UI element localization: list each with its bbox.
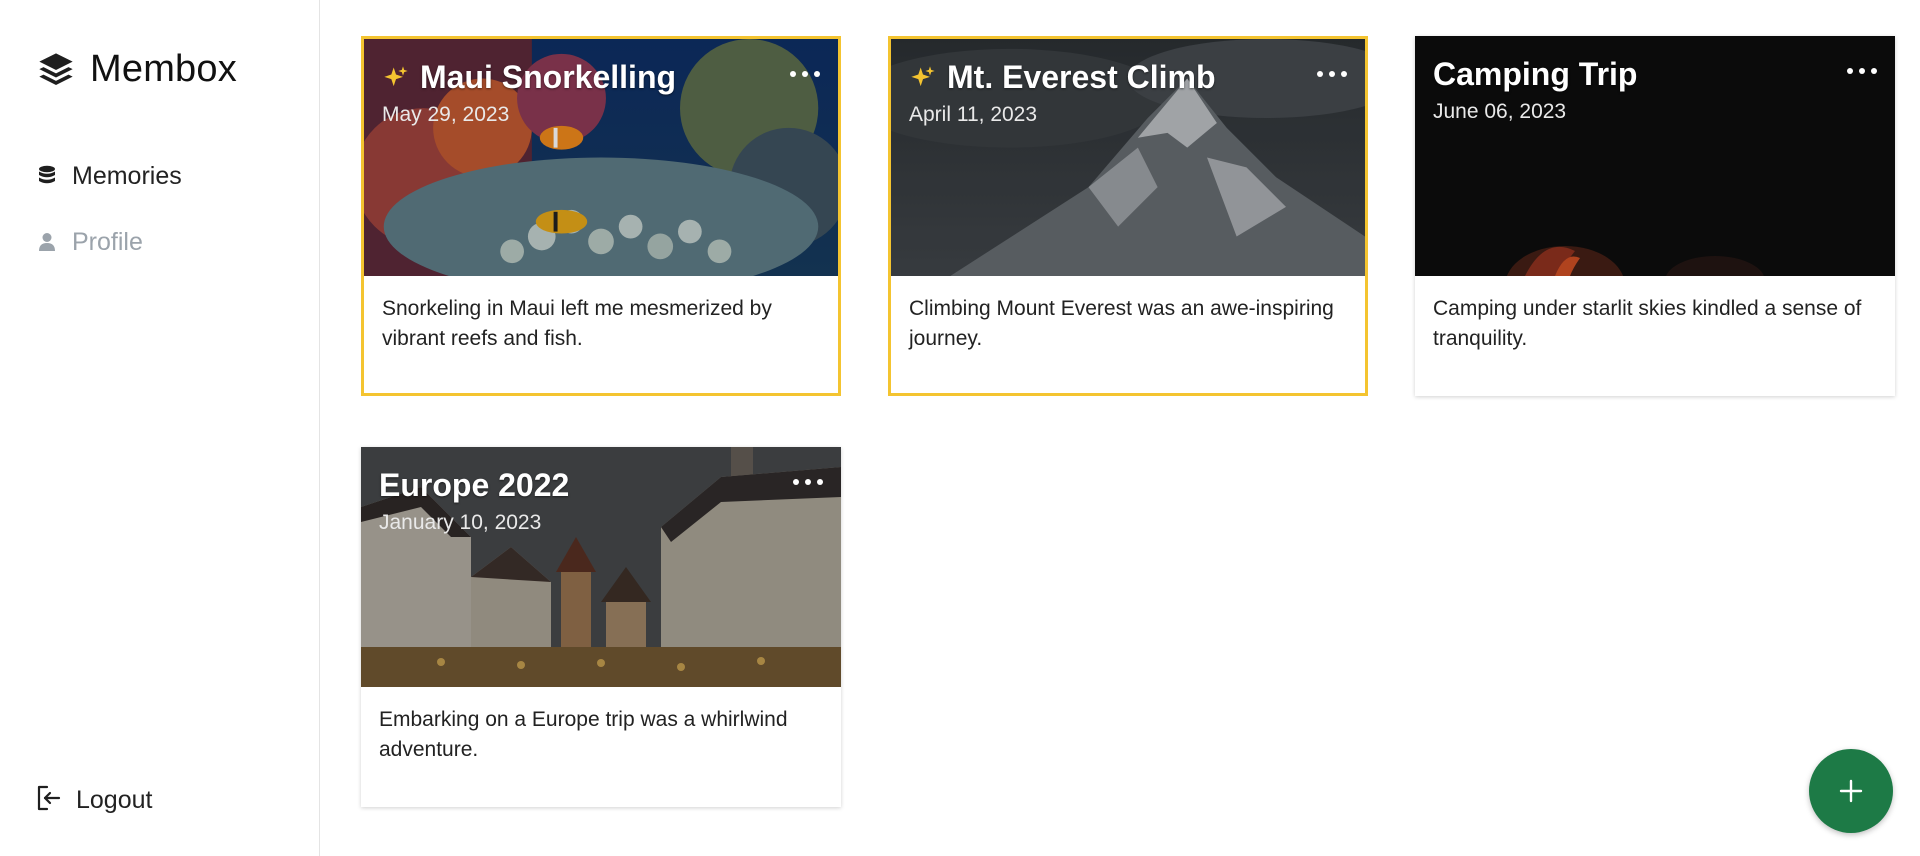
memory-date: June 06, 2023 <box>1433 100 1567 123</box>
brand[interactable]: Membox <box>36 48 237 91</box>
user-icon <box>36 231 58 253</box>
sidebar-item-profile[interactable]: Profile <box>36 226 182 258</box>
sidebar: Membox Memories Profile Logout <box>0 0 320 856</box>
logout-button[interactable]: Logout <box>36 784 152 817</box>
memory-date: January 10, 2023 <box>379 511 542 534</box>
more-options-icon[interactable] <box>793 475 823 489</box>
memory-date: May 29, 2023 <box>382 103 510 126</box>
add-memory-button[interactable] <box>1809 749 1893 833</box>
database-icon <box>36 165 58 187</box>
layers-icon <box>39 52 73 85</box>
sparkles-icon <box>384 65 408 86</box>
memories-grid: Maui Snorkelling May 29, 2023 Snorkeling… <box>361 36 1895 856</box>
memory-date: April 11, 2023 <box>909 103 1038 126</box>
sidebar-nav: Memories Profile <box>36 160 182 292</box>
sidebar-item-label: Profile <box>72 227 143 256</box>
memory-title: Maui Snorkelling <box>420 59 677 95</box>
memory-description: Camping under starlit skies kindled a se… <box>1433 297 1862 350</box>
memory-description: Embarking on a Europe trip was a whirlwi… <box>379 708 788 761</box>
memory-image-campfire: Camping Trip June 06, 2023 <box>1415 36 1895 276</box>
more-options-icon[interactable] <box>790 67 820 81</box>
plus-icon <box>1839 779 1863 803</box>
memory-card[interactable]: Mt. Everest Climb April 11, 2023 Climbin… <box>888 36 1368 396</box>
more-options-icon[interactable] <box>1317 67 1347 81</box>
app-name: Membox <box>90 48 237 90</box>
memory-image-mountain: Mt. Everest Climb April 11, 2023 <box>891 39 1365 276</box>
memory-title: Mt. Everest Climb <box>947 59 1216 95</box>
memory-image-european-town: Europe 2022 January 10, 2023 <box>361 447 841 687</box>
logout-icon <box>36 784 62 817</box>
memory-description: Climbing Mount Everest was an awe-inspir… <box>909 297 1334 350</box>
sidebar-item-label: Memories <box>72 161 182 190</box>
more-options-icon[interactable] <box>1847 64 1877 78</box>
memory-card[interactable]: Europe 2022 January 10, 2023 Embarking o… <box>361 447 841 807</box>
logout-label: Logout <box>76 786 153 814</box>
memory-card[interactable]: Maui Snorkelling May 29, 2023 Snorkeling… <box>361 36 841 396</box>
memory-card[interactable]: Camping Trip June 06, 2023 Camping under… <box>1415 36 1895 396</box>
memory-title: Europe 2022 <box>379 467 570 503</box>
sidebar-item-memories[interactable]: Memories <box>36 160 182 192</box>
sparkles-icon <box>911 65 935 86</box>
memory-image-coral-reef: Maui Snorkelling May 29, 2023 <box>364 39 838 276</box>
memory-title: Camping Trip <box>1433 56 1638 92</box>
memory-description: Snorkeling in Maui left me mesmerized by… <box>382 297 772 350</box>
